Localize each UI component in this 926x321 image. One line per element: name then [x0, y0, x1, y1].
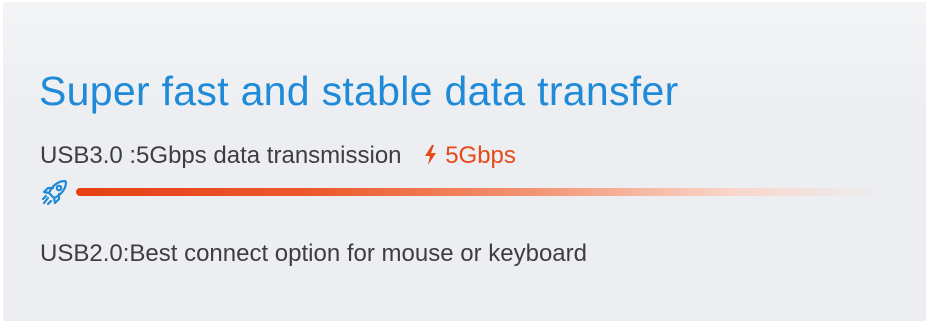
- usb3-row: USB3.0 :5Gbps data transmission 5Gbps: [40, 142, 516, 172]
- usb3-speed-badge: 5Gbps: [424, 142, 516, 169]
- rocket-icon: [40, 177, 70, 207]
- data-transfer-panel: Super fast and stable data transfer USB3…: [0, 0, 926, 321]
- usb2-row: USB2.0:Best connect option for mouse or …: [40, 240, 587, 268]
- usb2-description: USB2.0:Best connect option for mouse or …: [40, 240, 587, 267]
- usb3-speed-bar: [76, 188, 876, 196]
- usb3-speed-label: 5Gbps: [445, 142, 516, 169]
- headline: Super fast and stable data transfer: [39, 68, 679, 114]
- usb3-description: USB3.0 :5Gbps data transmission: [40, 142, 402, 169]
- lightning-bolt-icon: [424, 144, 437, 172]
